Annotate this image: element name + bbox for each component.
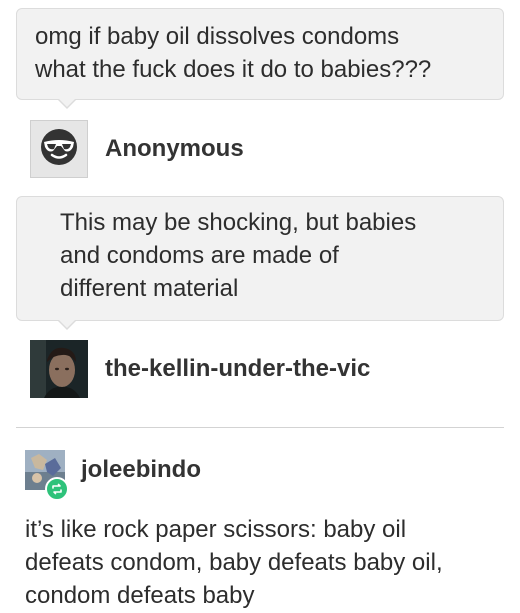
asker-username[interactable]: Anonymous <box>105 135 244 163</box>
comment-line-1: it’s like rock paper scissors: baby oil <box>25 516 407 543</box>
comment-line-3: condom defeats baby <box>25 582 255 609</box>
answer-text-line-1: This may be shocking, but babies <box>60 209 417 236</box>
answer-bubble: This may be shocking, but babies and con… <box>16 196 504 330</box>
answer-text-line-3: different material <box>60 275 239 302</box>
reblogger-avatar[interactable] <box>25 450 69 501</box>
bubble-tail <box>57 98 77 109</box>
answerer-username[interactable]: the-kellin-under-the-vic <box>105 355 370 383</box>
reblogger-username[interactable]: joleebindo <box>81 456 201 484</box>
asker-row: Anonymous <box>30 120 244 178</box>
comment-line-2: defeats condom, baby defeats baby oil, <box>25 549 443 576</box>
answer-text-line-2: and condoms are made of <box>60 242 339 269</box>
answerer-row: the-kellin-under-the-vic <box>30 340 370 398</box>
ask-text-line-2: what the fuck does it do to babies??? <box>35 56 432 83</box>
sunglasses-face-icon <box>39 127 79 172</box>
anonymous-avatar <box>30 120 88 178</box>
reblog-icon <box>45 477 69 501</box>
ask-text-line-1: omg if baby oil dissolves condoms <box>35 23 400 50</box>
reblogger-row: joleebindo <box>25 450 201 501</box>
divider <box>16 427 504 428</box>
ask-bubble: omg if baby oil dissolves condoms what t… <box>16 8 504 109</box>
answerer-avatar[interactable] <box>30 340 88 398</box>
reblog-comment: it’s like rock paper scissors: baby oil … <box>25 513 505 612</box>
bubble-tail <box>57 319 77 330</box>
